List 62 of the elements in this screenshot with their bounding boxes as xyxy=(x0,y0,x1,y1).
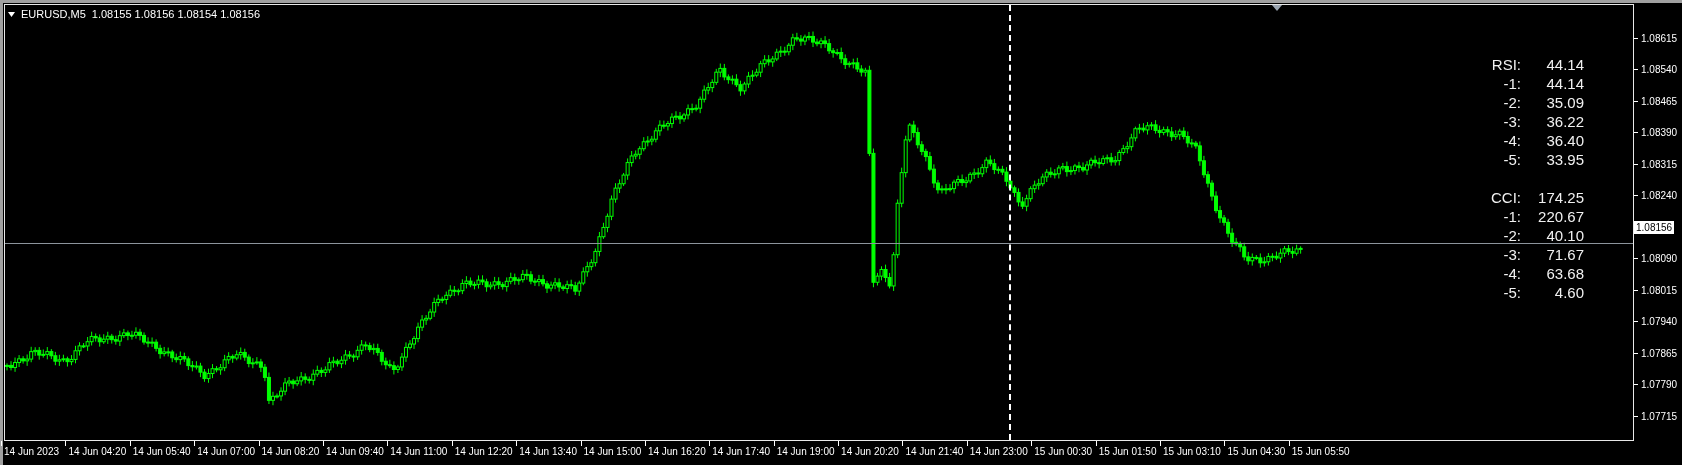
time-label: 14 Jun 12:20 xyxy=(454,446,513,458)
indicator-label: -1: xyxy=(1502,207,1522,226)
time-label: 14 Jun 15:00 xyxy=(583,446,642,458)
indicator-label: CCI: xyxy=(1490,188,1522,207)
time-label: 14 Jun 11:00 xyxy=(390,446,448,458)
price-tick: 1.07940 xyxy=(1641,316,1678,328)
price-tick: 1.08240 xyxy=(1641,190,1678,202)
indicator-label: RSI: xyxy=(1490,55,1522,74)
indicator-label: -5: xyxy=(1502,283,1522,302)
time-label: 14 Jun 20:20 xyxy=(841,446,899,458)
time-label: 15 Jun 00:30 xyxy=(1034,446,1093,458)
time-label: 14 Jun 13:40 xyxy=(519,446,577,458)
price-tick: 1.08540 xyxy=(1641,64,1678,76)
time-label: 15 Jun 03:10 xyxy=(1163,446,1221,458)
time-label: 14 Jun 2023 xyxy=(4,446,60,458)
price-tick: 1.08615 xyxy=(1641,32,1678,44)
indicator-value: 220.67 xyxy=(1537,207,1584,226)
price-tick: 1.08015 xyxy=(1641,284,1678,296)
time-label: 14 Jun 04:20 xyxy=(68,446,127,458)
price-tick: 1.08390 xyxy=(1641,127,1678,139)
price-tick: 1.08315 xyxy=(1641,158,1678,170)
price-tick: 1.07715 xyxy=(1641,410,1678,422)
price-tick: 1.08090 xyxy=(1641,253,1678,265)
indicator-value: 40.10 xyxy=(1545,226,1584,245)
indicator-label: -2: xyxy=(1502,226,1522,245)
time-label: 14 Jun 16:20 xyxy=(647,446,706,458)
indicator-value: 35.09 xyxy=(1545,93,1584,112)
price-tick: 1.08465 xyxy=(1641,95,1678,107)
indicator-label: -5: xyxy=(1502,150,1522,169)
triangle-marker-icon xyxy=(1272,5,1282,11)
time-label: 14 Jun 23:00 xyxy=(969,446,1028,458)
indicator-value: 4.60 xyxy=(1553,283,1584,302)
time-label: 15 Jun 05:50 xyxy=(1291,446,1350,458)
indicator-label: -4: xyxy=(1502,131,1522,150)
indicator-value: 63.68 xyxy=(1545,264,1584,283)
indicator-value: 71.67 xyxy=(1545,245,1584,264)
time-label: 15 Jun 01:50 xyxy=(1098,446,1157,458)
indicator-label: -2: xyxy=(1502,93,1522,112)
indicator-value: 36.22 xyxy=(1545,112,1584,131)
time-label: 14 Jun 09:40 xyxy=(325,446,384,458)
indicator-label: -3: xyxy=(1502,112,1522,131)
indicator-label: -1: xyxy=(1502,74,1522,93)
indicator-label: -3: xyxy=(1502,245,1522,264)
time-label: 14 Jun 21:40 xyxy=(905,446,964,458)
price-tick: 1.07790 xyxy=(1641,379,1678,391)
indicator-value: 174.25 xyxy=(1537,188,1584,207)
indicator-value: 44.14 xyxy=(1545,55,1584,74)
indicator-value: 33.95 xyxy=(1545,150,1584,169)
price-tick: 1.07865 xyxy=(1641,347,1678,359)
current-price-label: 1.08156 xyxy=(1634,221,1675,235)
indicator-value: 44.14 xyxy=(1545,74,1584,93)
indicator-value: 36.40 xyxy=(1545,131,1584,150)
time-label: 14 Jun 08:20 xyxy=(261,446,320,458)
symbol-label: EURUSD,M5 xyxy=(21,8,86,20)
time-label: 14 Jun 05:40 xyxy=(132,446,191,458)
indicator-label: -4: xyxy=(1502,264,1522,283)
caret-icon[interactable] xyxy=(8,11,15,17)
time-label: 14 Jun 07:00 xyxy=(197,446,255,458)
time-label: 15 Jun 04:30 xyxy=(1227,446,1286,458)
time-label: 14 Jun 19:00 xyxy=(776,446,835,458)
ohlc-values: 1.08155 1.08156 1.08154 1.08156 xyxy=(91,8,260,20)
time-label: 14 Jun 17:40 xyxy=(712,446,771,458)
